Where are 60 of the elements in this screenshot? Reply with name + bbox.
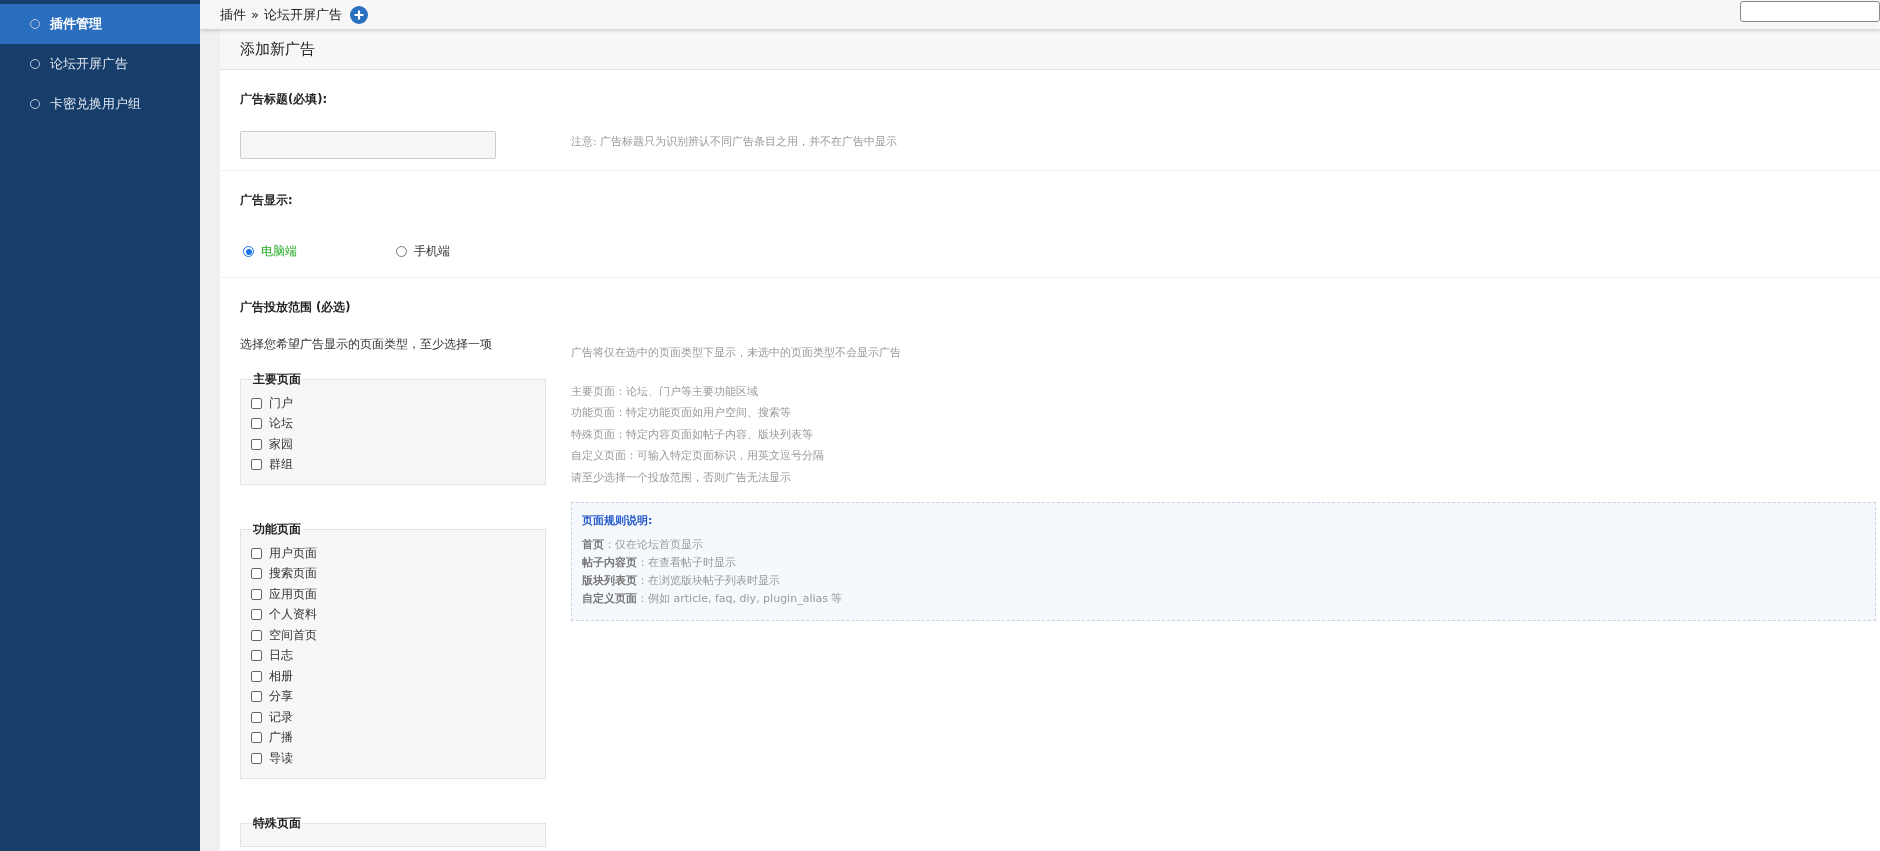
group-title: 功能页面: [252, 522, 302, 537]
checkbox-option[interactable]: 个人资料: [251, 604, 535, 625]
add-icon[interactable]: [349, 5, 368, 24]
group-title: 主要页面: [252, 372, 302, 387]
breadcrumb-item[interactable]: 论坛开屏广告: [263, 5, 342, 24]
checkbox-option[interactable]: 记录: [251, 707, 535, 728]
hint-text: 自定义页面：可输入特定页面标识，用英文逗号分隔: [571, 448, 825, 464]
checkbox[interactable]: [251, 397, 262, 409]
checkbox-option[interactable]: 论坛: [251, 413, 535, 434]
checkbox-option[interactable]: 门户: [251, 393, 535, 414]
rule-text: 帖子内容页：在查看帖子时显示: [582, 555, 737, 571]
checkbox[interactable]: [251, 547, 262, 559]
hint-text: 广告将仅在选中的页面类型下显示，未选中的页面类型不会显示广告: [571, 345, 902, 361]
checkbox-option[interactable]: 日志: [251, 645, 535, 666]
field-label: 广告标题(必填):: [240, 92, 329, 107]
group-title: 特殊页面: [252, 815, 302, 831]
hint-text: 注意: 广告标题只为识别辨认不同广告条目之用，并不在广告中显示: [571, 134, 899, 149]
breadcrumb-item[interactable]: 插件: [220, 5, 246, 24]
checkbox[interactable]: [251, 438, 262, 450]
checkbox-option[interactable]: 群组: [251, 454, 535, 475]
checkbox-option[interactable]: 家园: [251, 434, 535, 455]
checkbox[interactable]: [251, 732, 262, 744]
checkbox[interactable]: [251, 691, 262, 703]
rule-text: 版块列表页：在浏览版块帖子列表时显示: [582, 573, 781, 589]
checkbox[interactable]: [251, 711, 262, 723]
hint-text: 主要页面：论坛、门户等主要功能区域: [571, 383, 759, 400]
field-label: 广告投放范围 (必选): [240, 300, 352, 315]
rule-text: 首页：仅在论坛首页显示: [582, 537, 704, 553]
checkbox-option[interactable]: 相册: [251, 666, 535, 687]
checkbox-option[interactable]: 导读: [251, 748, 535, 769]
checkbox[interactable]: [251, 629, 262, 641]
checkbox-option[interactable]: 空间首页: [251, 625, 535, 646]
checkbox-option[interactable]: 应用页面: [251, 584, 535, 605]
checkbox[interactable]: [251, 418, 262, 430]
sidebar-item[interactable]: 论坛开屏广告: [0, 44, 200, 84]
checkbox[interactable]: [251, 670, 262, 682]
checkbox-option[interactable]: 用户页面: [251, 543, 535, 564]
panel-title: 添加新广告: [240, 39, 315, 59]
hint-text: 特殊页面：特定内容页面如帖子内容、版块列表等: [571, 426, 814, 443]
radio-option[interactable]: 手机端: [395, 244, 548, 259]
breadcrumb-separator: »: [251, 7, 259, 22]
input-field[interactable]: [240, 131, 496, 159]
sidebar-item[interactable]: 卡密兑换用户组: [0, 84, 200, 124]
description-text: 选择您希望广告显示的页面类型，至少选择一项: [240, 337, 493, 352]
info-title: 页面规则说明:: [582, 513, 654, 528]
checkbox[interactable]: [251, 650, 262, 662]
checkbox[interactable]: [251, 459, 262, 471]
checkbox[interactable]: [251, 609, 262, 621]
checkbox[interactable]: [251, 752, 262, 764]
search-field[interactable]: [1740, 1, 1880, 22]
checkbox-option[interactable]: 广播: [251, 727, 535, 748]
checkbox[interactable]: [251, 588, 262, 600]
hint-text: 功能页面：特定功能页面如用户空间、搜索等: [571, 405, 792, 421]
hint-text: 请至少选择一个投放范围，否则广告无法显示: [571, 469, 792, 486]
checkbox[interactable]: [251, 568, 262, 580]
checkbox-option[interactable]: 分享: [251, 686, 535, 707]
sidebar-item[interactable]: 插件管理: [0, 4, 200, 44]
rule-text: 自定义页面：例如 article, faq, diy, plugin_alias 等: [582, 591, 844, 607]
field-label: 广告显示:: [240, 193, 294, 208]
checkbox-option[interactable]: 搜索页面: [251, 563, 535, 584]
